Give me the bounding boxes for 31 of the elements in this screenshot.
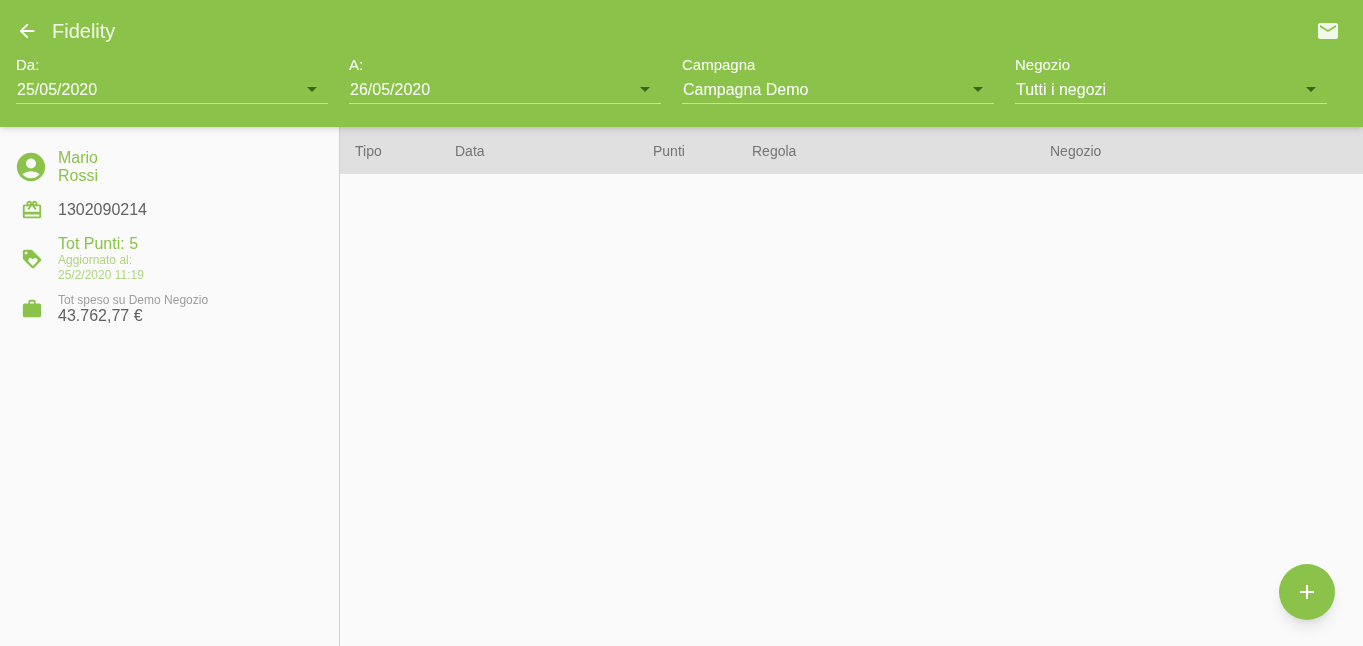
gift-card-icon [21,199,43,221]
column-header: Tipo [355,142,382,159]
updated-label: Aggiornato al: [58,253,134,268]
add-button[interactable] [1279,564,1335,620]
filter-dropdown[interactable]: Tutti i negozi [1015,76,1327,104]
caret-icon [307,87,317,92]
app-title: Fidelity [52,19,116,44]
customer-last-name: Rossi [58,167,98,185]
spent-label: Tot speso su Demo Negozio [58,293,209,307]
card-number: 1302090214 [58,200,147,220]
spent-value: 43.762,77 € [58,307,144,325]
caret-icon [973,87,983,92]
filter-dropdown[interactable]: 25/05/2020 [16,76,328,104]
points-total: Tot Punti: 5 [58,235,140,253]
column-header: Negozio [1050,142,1102,159]
person-icon [14,150,48,184]
caret-icon [1306,87,1316,92]
filter-label: Negozio [1015,55,1072,75]
filter-label: A: [349,55,365,75]
filter-label: Da: [16,55,41,75]
customer-first-name: Mario [58,149,98,167]
updated-date: 25/2/2020 11:19 [58,268,144,283]
filter-dropdown[interactable]: 26/05/2020 [349,76,661,104]
column-header: Punti [653,142,685,159]
briefcase-icon [21,298,43,320]
filter-dropdown[interactable]: Campagna Demo [682,76,994,104]
tag-heart-icon [21,248,43,270]
column-header: Data [455,142,485,159]
filter-label: Campagna [682,55,757,75]
caret-icon [640,87,650,92]
column-header: Regola [752,142,797,159]
